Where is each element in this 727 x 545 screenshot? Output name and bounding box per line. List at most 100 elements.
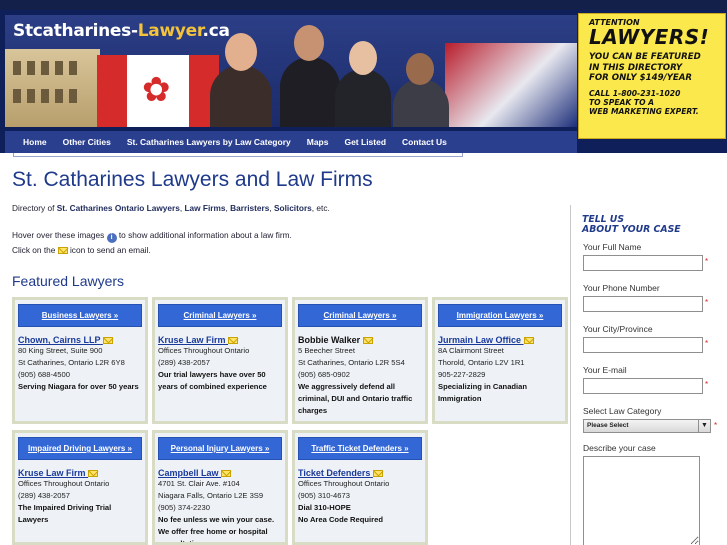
category-link[interactable]: Impaired Driving Lawyers » — [18, 437, 142, 460]
lawyer-description: The Impaired Driving Trial Lawyers — [18, 503, 112, 524]
top-strip — [0, 0, 727, 10]
nav-other-cities[interactable]: Other Cities — [55, 131, 119, 153]
chevron-down-icon[interactable]: ▼ — [698, 420, 710, 432]
email-icon[interactable] — [362, 337, 373, 344]
lawyer-address-line: St Catharines, Ontario L2R 5S4 — [298, 358, 405, 367]
email-label: Your E-mail — [583, 365, 627, 375]
required-mark: * — [714, 421, 718, 430]
lawyer-address-line: Offices Throughout Ontario — [158, 346, 250, 355]
select-value: Please Select — [587, 422, 629, 429]
nav-contact-us[interactable]: Contact Us — [394, 131, 455, 153]
ad-headline: LAWYERS! — [589, 25, 710, 49]
lawyer-name: Bobbie Walker — [298, 335, 422, 345]
lawyer-address-line: Niagara Falls, Ontario L2E 3S9 — [158, 491, 264, 500]
lawyer-address-line: (289) 438-2057 — [158, 358, 210, 367]
lawyer-name[interactable]: Campbell Law — [158, 468, 282, 478]
nav-maps[interactable]: Maps — [299, 131, 337, 153]
lawyer-name[interactable]: Kruse Law Firm — [18, 468, 142, 478]
lawyer-address-line: Offices Throughout Ontario — [298, 479, 390, 488]
lawyer-address-line: (289) 438-2057 — [18, 491, 70, 500]
hero-image: ✿ Stcatharines-Lawyer.ca — [5, 15, 577, 127]
law-category-select[interactable]: Please Select ▼ — [583, 419, 711, 433]
ad-call-line: CALL 1-800-231-1020 — [589, 88, 681, 98]
full-name-label: Your Full Name — [583, 242, 642, 252]
lawyer-card: Business Lawyers » Chown, Cairns LLP 80 K… — [12, 297, 148, 424]
category-link[interactable]: Criminal Lawyers » — [158, 304, 282, 327]
email-icon[interactable] — [221, 470, 232, 477]
email-icon[interactable] — [228, 337, 239, 344]
lawyer-address-line: 4701 St. Clair Ave. #104 — [158, 479, 240, 488]
lawyer-head — [225, 33, 257, 71]
lawyer-name[interactable]: Kruse Law Firm — [158, 335, 282, 345]
lawyer-name[interactable]: Chown, Cairns LLP — [18, 335, 142, 345]
lawyer-head — [406, 53, 434, 85]
email-icon[interactable] — [372, 470, 383, 477]
lawyer-card: Personal Injury Lawyers » Campbell Law 47… — [152, 430, 288, 545]
intro-keyword: St. Catharines Ontario Lawyers — [56, 203, 180, 213]
lawyer-head — [349, 41, 377, 75]
category-link[interactable]: Criminal Lawyers » — [298, 304, 422, 327]
intro-keyword: Solicitors — [273, 203, 312, 213]
email-icon — [57, 247, 68, 254]
case-description-textarea[interactable] — [583, 456, 700, 545]
lawyer-figure — [335, 69, 391, 127]
lawyer-description: Serving Niagara for over 50 years — [18, 382, 139, 391]
city-input[interactable] — [583, 337, 703, 353]
city-label: Your City/Province — [583, 324, 653, 334]
ad-call-line: TO SPEAK TO A — [589, 97, 655, 107]
email-input[interactable] — [583, 378, 703, 394]
ad-line: IN THIS DIRECTORY — [589, 62, 683, 73]
email-icon[interactable] — [523, 337, 534, 344]
lawyer-name[interactable]: Jurmain Law Office — [438, 335, 562, 345]
required-mark: * — [705, 298, 709, 307]
site-logo[interactable]: Stcatharines-Lawyer.ca — [13, 21, 230, 41]
phone-input[interactable] — [583, 296, 703, 312]
ad-line: FOR ONLY $149/YEAR — [589, 73, 693, 83]
page-title: St. Catharines Lawyers and Law Firms — [12, 168, 373, 191]
category-label: Select Law Category — [583, 406, 662, 416]
required-mark: * — [705, 380, 709, 389]
category-link[interactable]: Personal Injury Lawyers » — [158, 437, 282, 460]
lawyer-figure — [210, 65, 272, 127]
advertise-banner[interactable]: ATTENTION LAWYERS! YOU CAN BE FEATURED I… — [578, 13, 726, 139]
lawyer-address-line: Thorold, Ontario L2V 1R1 — [438, 358, 525, 367]
category-link[interactable]: Business Lawyers » — [18, 304, 142, 327]
lawyer-address-line: 80 King Street, Suite 900 — [18, 346, 103, 355]
lawyer-address-line: 905-227-2829 — [438, 370, 486, 379]
intro-keyword: Barristers — [230, 203, 270, 213]
lawyer-address-line: 5 Beecher Street — [298, 346, 355, 355]
featured-heading: Featured Lawyers — [12, 273, 125, 289]
lawyer-card: Immigration Lawyers » Jurmain Law Office … — [432, 297, 568, 424]
email-icon[interactable] — [102, 337, 113, 344]
ad-call-line: WEB MARKETING EXPERT. — [589, 106, 699, 116]
email-hint: Click on the icon to send an email. — [12, 245, 151, 255]
lawyer-description: Specializing in Canadian Immigration — [438, 382, 528, 403]
lawyer-address-line: (905) 310-4673 — [298, 491, 350, 500]
lawyer-name[interactable]: Ticket Defenders — [298, 468, 422, 478]
full-name-input[interactable] — [583, 255, 703, 271]
required-mark: * — [705, 257, 709, 266]
lawyer-address-line: (905) 685-0902 — [298, 370, 350, 379]
lawyer-description: We aggressively defend all criminal, DUI… — [298, 382, 413, 415]
nav-home[interactable]: Home — [5, 131, 55, 153]
email-icon[interactable] — [88, 470, 99, 477]
category-link[interactable]: Immigration Lawyers » — [438, 304, 562, 327]
building-image — [5, 49, 100, 127]
lawyer-address-line: (905) 688-4500 — [18, 370, 70, 379]
lawyer-description: Our trial lawyers have over 50 years of … — [158, 370, 267, 391]
intro-keyword: Law Firms — [184, 203, 226, 213]
info-icon: i — [106, 233, 117, 243]
lawyer-card: Criminal Lawyers » Kruse Law Firm Offices… — [152, 297, 288, 424]
ad-line: YOU CAN BE FEATURED — [589, 52, 701, 62]
lawyer-figure — [280, 57, 340, 127]
lawyer-address-line: 8A Clairmont Street — [438, 346, 504, 355]
category-link[interactable]: Traffic Ticket Defenders » — [298, 437, 422, 460]
nav-underline — [13, 153, 463, 157]
case-form-heading: TELL US ABOUT YOUR CASE — [582, 214, 681, 235]
intro-text: Directory of St. Catharines Ontario Lawy… — [12, 203, 330, 213]
lawyer-card: Criminal Lawyers » Bobbie Walker 5 Beeche… — [292, 297, 428, 424]
nav-get-listed[interactable]: Get Listed — [336, 131, 394, 153]
lawyer-head — [294, 25, 324, 61]
required-mark: * — [705, 339, 709, 348]
nav-law-category[interactable]: St. Catharines Lawyers by Law Category — [119, 131, 299, 153]
